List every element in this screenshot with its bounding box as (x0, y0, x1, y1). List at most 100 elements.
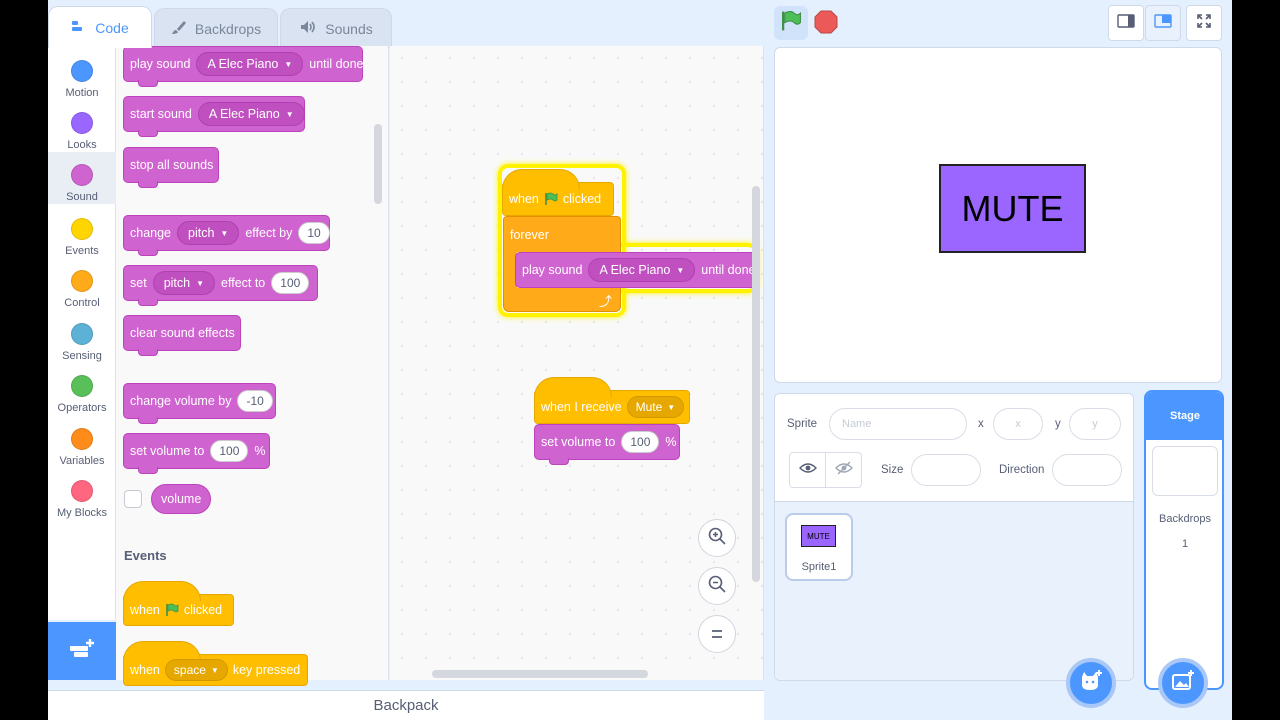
category-label: Motion (65, 87, 99, 99)
number-input[interactable]: 100 (271, 272, 310, 294)
green-flag-button[interactable] (774, 6, 808, 40)
when-key-pressed-block[interactable]: when space ▼ key pressed (123, 641, 308, 686)
block-text: % (254, 444, 266, 458)
horizontal-scrollbar[interactable] (432, 670, 648, 678)
sound-dropdown[interactable]: A Elec Piano ▼ (197, 102, 305, 126)
events-dot-icon (71, 218, 93, 240)
dropdown-caret-icon: ▼ (284, 59, 293, 69)
start-sound-block[interactable]: start sound A Elec Piano ▼ (123, 96, 305, 137)
sprite-name-input[interactable]: Name (829, 408, 967, 440)
choose-backdrop-button[interactable] (1158, 658, 1208, 708)
sound-dropdown[interactable]: A Elec Piano ▼ (588, 258, 696, 282)
vertical-scrollbar[interactable] (752, 186, 760, 582)
when-flag-clicked-block[interactable]: when clicked (123, 581, 234, 626)
fullscreen-icon (1196, 13, 1212, 34)
tab-backdrops[interactable]: Backdrops (154, 8, 278, 48)
forever-block[interactable]: forever (503, 216, 621, 252)
set-volume-block[interactable]: set volume to 100 % (534, 424, 680, 465)
dropdown-caret-icon: ▼ (676, 265, 685, 275)
when-i-receive-hat[interactable]: when I receive Mute ▼ (534, 377, 690, 424)
palette-scrollbar[interactable] (374, 124, 382, 204)
block-text: key pressed (232, 663, 301, 677)
size-input[interactable] (911, 454, 981, 486)
sprite-info: Sprite Name x x y y Size Direction (775, 394, 1133, 502)
sound-dropdown[interactable]: A Elec Piano ▼ (196, 52, 304, 76)
category-motion[interactable]: Motion (48, 52, 116, 104)
category-events[interactable]: Events (48, 210, 116, 262)
block-text: % (665, 435, 677, 449)
sprite-text: MUTE (961, 187, 1064, 229)
backpack-bar[interactable]: Backpack (48, 690, 764, 720)
block-text: when (509, 192, 539, 206)
stop-all-sounds-block[interactable]: stop all sounds (123, 147, 219, 188)
zoom-in-button[interactable] (698, 519, 736, 557)
fullscreen-button[interactable] (1186, 5, 1222, 41)
number-input[interactable]: 100 (621, 431, 660, 453)
effect-dropdown[interactable]: pitch ▼ (152, 271, 216, 295)
dropdown-value: pitch (188, 226, 215, 240)
clear-sound-effects-block[interactable]: clear sound effects (123, 315, 241, 356)
set-volume-block[interactable]: set volume to 100 % (123, 433, 270, 474)
green-flag-icon (780, 10, 802, 37)
operators-dot-icon (71, 375, 93, 397)
volume-monitor-checkbox[interactable] (124, 490, 142, 508)
mute-sprite[interactable]: MUTE (939, 164, 1086, 253)
dropdown-caret-icon: ▼ (196, 278, 205, 288)
when-flag-clicked-hat[interactable]: when clicked (502, 169, 614, 216)
category-my-blocks[interactable]: My Blocks (48, 472, 116, 524)
play-sound-until-done-block[interactable]: play sound A Elec Piano ▼ until done (123, 46, 364, 87)
dropdown-value: A Elec Piano (207, 57, 279, 71)
hide-sprite-button[interactable] (825, 452, 862, 488)
category-control[interactable]: Control (48, 262, 116, 314)
show-sprite-button[interactable] (789, 452, 826, 488)
zoom-out-button[interactable] (698, 567, 736, 605)
choose-sprite-button[interactable] (1066, 658, 1116, 708)
tab-backdrops-label: Backdrops (194, 20, 262, 37)
equals-icon (709, 624, 725, 645)
change-volume-block[interactable]: change volume by -10 (123, 383, 276, 424)
effect-dropdown[interactable]: pitch ▼ (177, 221, 240, 245)
number-input[interactable]: 100 (210, 440, 249, 462)
green-flag-icon (165, 603, 179, 617)
large-stage-button[interactable] (1145, 5, 1181, 41)
sprite-thumbnail[interactable]: MUTE Sprite1 (785, 513, 853, 581)
looks-dot-icon (71, 112, 93, 134)
direction-input[interactable] (1052, 454, 1122, 486)
category-label: Events (65, 245, 99, 257)
cat-plus-icon (1078, 669, 1104, 698)
tab-code[interactable]: Code (48, 6, 152, 48)
tab-sounds[interactable]: Sounds (280, 8, 392, 48)
zoom-out-icon (707, 574, 727, 599)
block-text: clicked (562, 192, 602, 206)
block-text: set volume to (541, 435, 616, 449)
sprite-name: Sprite1 (801, 561, 837, 573)
volume-reporter-block[interactable]: volume (151, 484, 212, 514)
category-sound[interactable]: Sound (48, 152, 116, 204)
set-effect-block[interactable]: set pitch ▼ effect to 100 (123, 265, 318, 306)
zoom-reset-button[interactable] (698, 615, 736, 653)
brush-icon (171, 19, 187, 38)
y-input[interactable]: y (1069, 408, 1121, 440)
stop-icon (814, 10, 838, 38)
hat-cap (534, 377, 612, 397)
category-looks[interactable]: Looks (48, 104, 116, 156)
category-operators[interactable]: Operators (48, 367, 116, 419)
dropdown-value: A Elec Piano (208, 107, 280, 121)
add-extension-button[interactable] (48, 622, 116, 680)
number-input[interactable]: 10 (298, 222, 330, 244)
category-variables[interactable]: Variables (48, 420, 116, 472)
sprite-thumb-text: MUTE (807, 531, 830, 541)
eye-slash-icon (834, 461, 853, 480)
change-effect-block[interactable]: change pitch ▼ effect by 10 (123, 215, 330, 256)
green-flag-icon (544, 192, 558, 206)
small-stage-button[interactable] (1108, 5, 1144, 41)
category-label: Control (64, 297, 100, 309)
stage-selector[interactable]: Stage Backdrops 1 (1144, 390, 1224, 690)
number-input[interactable]: -10 (237, 390, 273, 412)
play-sound-until-done-block[interactable]: play sound A Elec Piano ▼ until done (515, 252, 756, 288)
message-dropdown[interactable]: Mute ▼ (626, 396, 685, 418)
key-dropdown[interactable]: space ▼ (164, 659, 228, 681)
x-input[interactable]: x (993, 408, 1043, 440)
stop-button[interactable] (814, 10, 838, 34)
category-sensing[interactable]: Sensing (48, 315, 116, 367)
